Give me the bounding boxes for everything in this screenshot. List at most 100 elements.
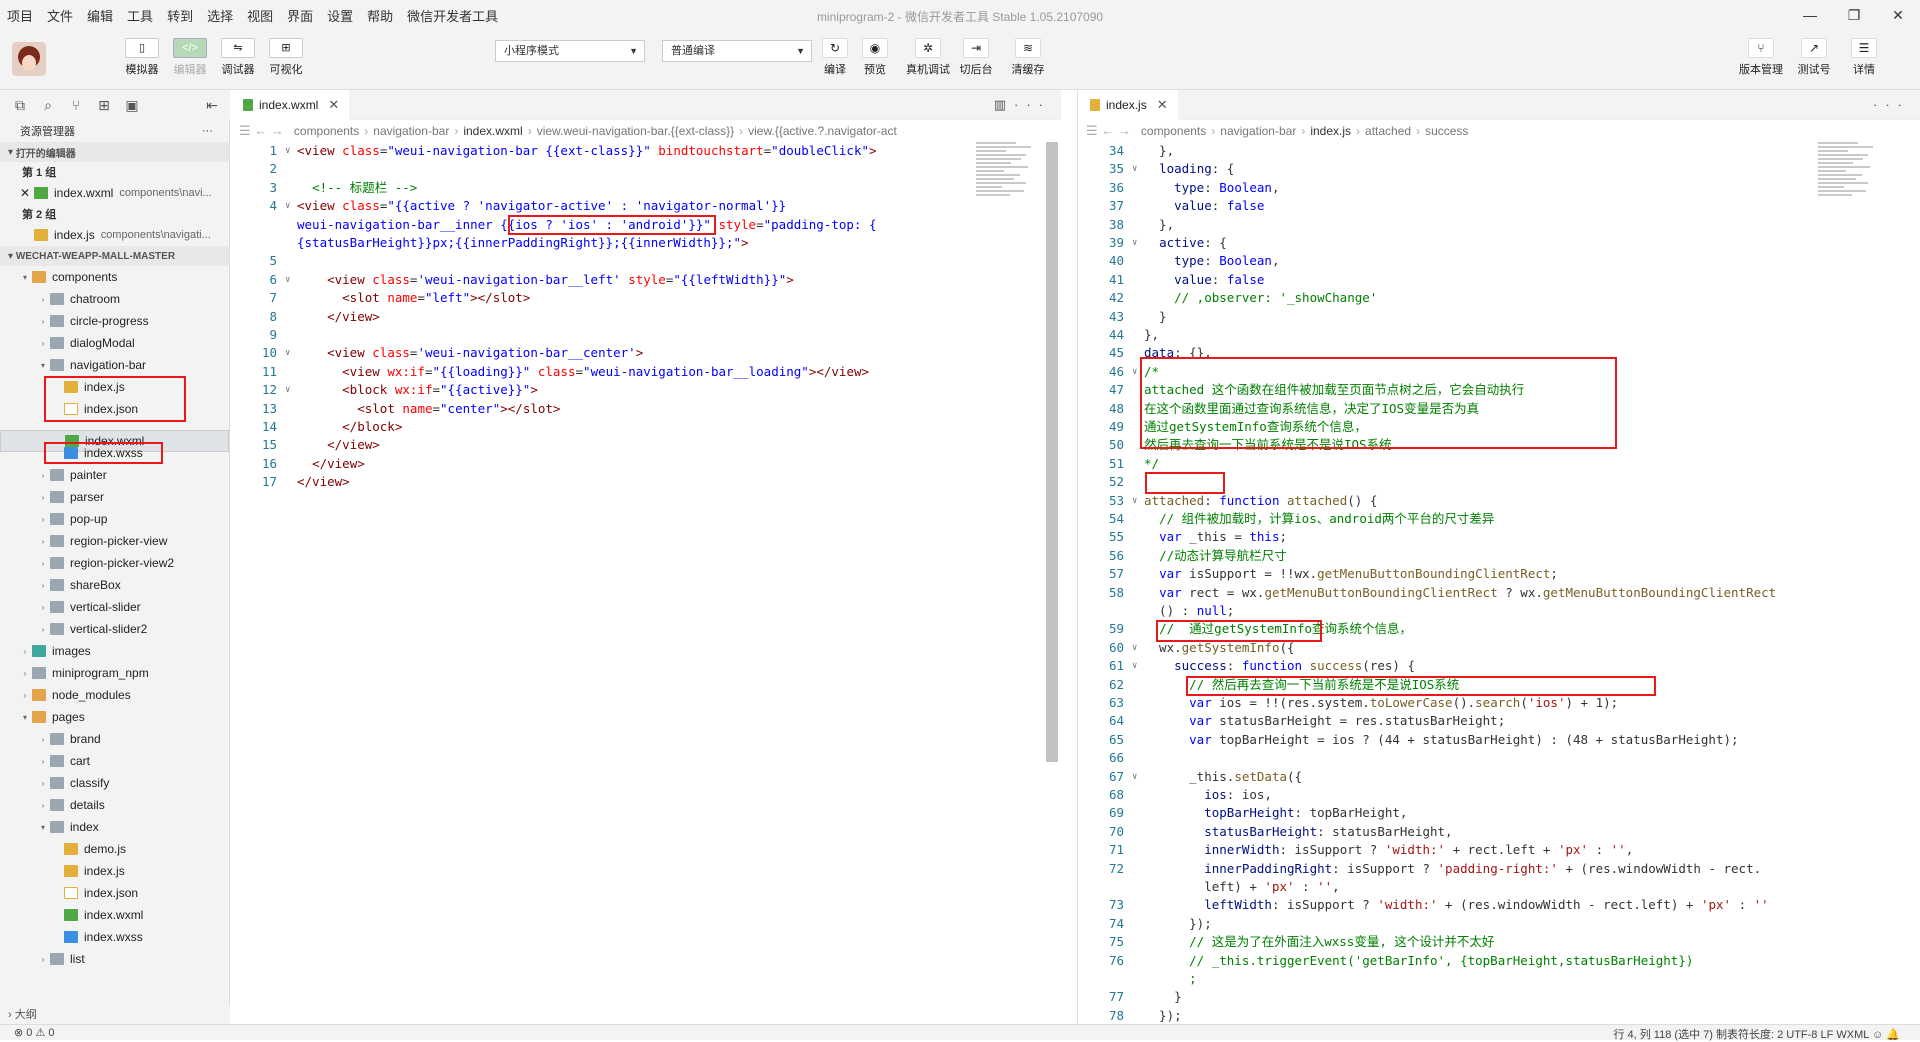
tree-item[interactable]: › brand	[0, 728, 229, 750]
nav-arrows-icon[interactable]: ☰ ← →	[239, 123, 284, 139]
tree-item[interactable]: › miniprogram_npm	[0, 662, 229, 684]
toolbar-button-right-0[interactable]: ⑂ 版本管理	[1735, 38, 1787, 77]
minimap-line	[1818, 182, 1868, 184]
breadcrumb-item[interactable]: index.wxml	[463, 124, 522, 138]
tree-item[interactable]: › region-picker-view	[0, 530, 229, 552]
toolbar-button-center-1[interactable]: ◉ 预览	[855, 38, 895, 77]
breadcrumb-item[interactable]: components	[1141, 124, 1206, 138]
tree-item[interactable]: ▾ pages	[0, 706, 229, 728]
fold-chevron-icon[interactable]: ∨	[1132, 160, 1144, 178]
tree-item[interactable]: › vertical-slider	[0, 596, 229, 618]
tree-item[interactable]: › chatroom	[0, 288, 229, 310]
fold-chevron-icon[interactable]: ∨	[1132, 363, 1144, 381]
project-section[interactable]: ▾ WECHAT-WEAPP-MALL-MASTER	[0, 246, 229, 266]
toolbar-button-center-2[interactable]: ✲ 真机调试	[901, 38, 955, 77]
tree-item[interactable]: › list	[0, 948, 229, 970]
tree-item[interactable]: ▾ navigation-bar	[0, 354, 229, 376]
fold-chevron-icon[interactable]: ∨	[1132, 768, 1144, 786]
problems-indicator[interactable]: ⊗ 0 ⚠ 0	[14, 1026, 54, 1039]
open-editor-item-js[interactable]: index.js components\navigati...	[0, 224, 229, 246]
breadcrumb-item[interactable]: success	[1425, 124, 1468, 138]
toolbar-button-right-1[interactable]: ↗ 测试号	[1792, 38, 1836, 77]
tree-item[interactable]: › dialogModal	[0, 332, 229, 354]
code-line: var ios = !!(res.system.toLowerCase().se…	[1189, 695, 1619, 710]
toolbar-button-1[interactable]: </> 编辑器	[166, 38, 214, 77]
tree-item[interactable]: › circle-progress	[0, 310, 229, 332]
more-icon[interactable]: ···	[202, 125, 213, 137]
tree-item[interactable]: › pop-up	[0, 508, 229, 530]
tree-item[interactable]: › shareBox	[0, 574, 229, 596]
tree-item[interactable]: index.wxss	[0, 442, 229, 464]
tree-item[interactable]: › parser	[0, 486, 229, 508]
breadcrumb-item[interactable]: attached	[1365, 124, 1411, 138]
files-icon[interactable]: ⧉	[6, 97, 34, 114]
outline-section[interactable]: › 大纲	[0, 1006, 230, 1024]
editor-actions[interactable]: ▥···	[994, 97, 1051, 113]
close-icon[interactable]: ✕	[328, 97, 339, 113]
tree-item[interactable]: › region-picker-view2	[0, 552, 229, 574]
compile-select[interactable]: 普通编译 ▼	[662, 40, 812, 62]
tree-item[interactable]: index.js	[0, 376, 229, 398]
tree-item[interactable]: › details	[0, 794, 229, 816]
tree-item[interactable]: › classify	[0, 772, 229, 794]
breadcrumb-item[interactable]: view.weui-navigation-bar.{{ext-class}}	[537, 124, 734, 138]
breadcrumb-item[interactable]: components	[294, 124, 359, 138]
toolbar-button-0[interactable]: ▯ 模拟器	[118, 38, 166, 77]
toolbar-button-center-4[interactable]: ≋ 清缓存	[1008, 38, 1048, 77]
close-icon[interactable]: ✕	[20, 186, 34, 200]
tab-index-wxml[interactable]: index.wxml ✕	[231, 90, 350, 120]
maximize-icon[interactable]: ❐	[1832, 0, 1876, 30]
tree-item[interactable]: ▾ index	[0, 816, 229, 838]
tree-item[interactable]: › node_modules	[0, 684, 229, 706]
fold-chevron-icon[interactable]: ∨	[285, 381, 297, 399]
minimap[interactable]	[976, 142, 1036, 202]
fold-chevron-icon[interactable]: ∨	[1132, 639, 1144, 657]
editor-actions[interactable]: ···	[1873, 97, 1910, 112]
toolbar-button-2[interactable]: ⇋ 调试器	[214, 38, 262, 77]
extensions-icon[interactable]: ⊞	[90, 97, 118, 114]
fold-chevron-icon[interactable]: ∨	[1132, 492, 1144, 510]
tab-index-js[interactable]: index.js ✕	[1078, 90, 1178, 120]
tree-item[interactable]: index.json	[0, 882, 229, 904]
tree-item[interactable]: › painter	[0, 464, 229, 486]
avatar[interactable]	[12, 42, 46, 76]
mode-select[interactable]: 小程序模式 ▼	[495, 40, 645, 62]
tree-item[interactable]: index.wxml	[0, 904, 229, 926]
open-editor-item-wxml[interactable]: ✕ index.wxml components\navi...	[0, 182, 229, 204]
fold-chevron-icon[interactable]: ∨	[285, 142, 297, 160]
breadcrumb-item[interactable]: index.js	[1310, 124, 1351, 138]
tree-item[interactable]: › images	[0, 640, 229, 662]
fold-chevron-icon[interactable]: ∨	[1132, 234, 1144, 252]
toolbar-button-3[interactable]: ⊞ 可视化	[262, 38, 310, 77]
open-file-path: components\navigati...	[100, 229, 211, 241]
close-icon[interactable]: ✕	[1876, 0, 1920, 30]
tree-item[interactable]: index.js	[0, 860, 229, 882]
tree-item[interactable]: index.wxss	[0, 926, 229, 948]
fold-chevron-icon[interactable]: ∨	[285, 344, 297, 362]
breadcrumb-item[interactable]: view.{{active.?.navigator-act	[748, 124, 897, 138]
breadcrumb-item[interactable]: navigation-bar	[1220, 124, 1296, 138]
tree-item[interactable]: index.json	[0, 398, 229, 420]
fold-chevron-icon[interactable]: ∨	[1132, 657, 1144, 675]
breadcrumb-item[interactable]: navigation-bar	[373, 124, 449, 138]
collapse-icon[interactable]: ⇤	[198, 97, 226, 114]
tree-item[interactable]: › vertical-slider2	[0, 618, 229, 640]
tree-item[interactable]: › cart	[0, 750, 229, 772]
minimize-icon[interactable]: —	[1788, 0, 1832, 30]
chevron-icon: ›	[41, 470, 45, 480]
minimap[interactable]	[1818, 142, 1878, 202]
source-control-icon[interactable]: ⑂	[62, 97, 90, 113]
toolbar-button-center-3[interactable]: ⇥ 切后台	[956, 38, 996, 77]
tree-item[interactable]: ▾ components	[0, 266, 229, 288]
debug-icon[interactable]: ▣	[118, 97, 146, 114]
toolbar-button-center-0[interactable]: ↻ 编译	[815, 38, 855, 77]
toolbar-button-right-2[interactable]: ☰ 详情	[1842, 38, 1886, 77]
tree-item[interactable]: demo.js	[0, 838, 229, 860]
close-icon[interactable]: ✕	[1157, 97, 1168, 113]
search-icon[interactable]: ⌕	[34, 97, 62, 114]
open-editors-section[interactable]: ▾ 打开的编辑器	[0, 142, 229, 162]
scrollbar[interactable]	[1046, 142, 1058, 762]
fold-chevron-icon[interactable]: ∨	[285, 271, 297, 289]
nav-arrows-icon[interactable]: ☰ ← →	[1086, 123, 1131, 139]
fold-chevron-icon[interactable]: ∨	[285, 197, 297, 215]
